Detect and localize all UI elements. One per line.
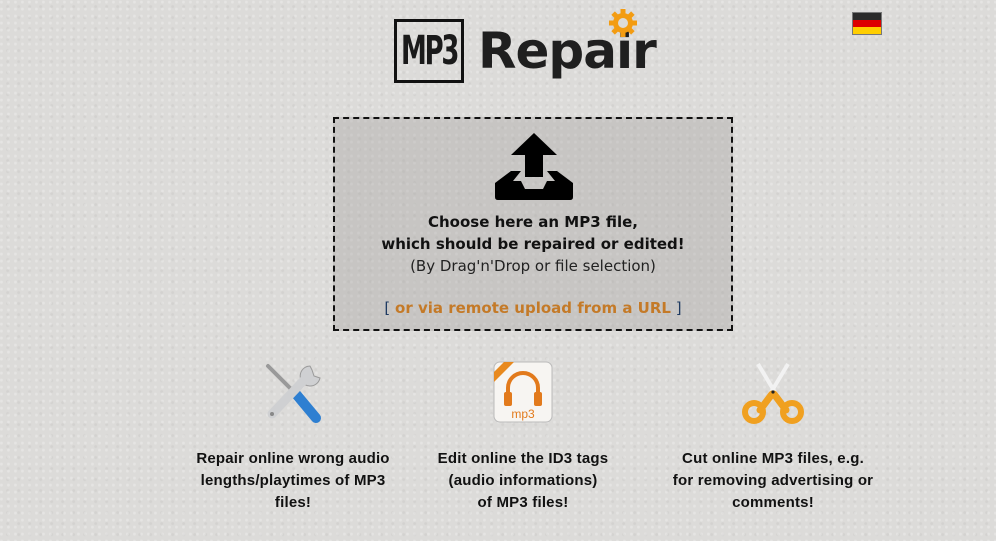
- dropzone-hint: (By Drag'n'Drop or file selection): [410, 257, 656, 275]
- site-logo[interactable]: MP3 Repair: [394, 8, 674, 88]
- dropzone-title-line2: which should be repaired or edited!: [381, 235, 685, 253]
- flag-stripe-red: [853, 19, 881, 27]
- feature-id3: mp3 Edit online the ID3 tags (audio info…: [403, 360, 643, 514]
- logo-mp3-box: MP3: [394, 19, 464, 83]
- scissors-icon: [742, 362, 804, 424]
- upload-icon: [495, 133, 573, 200]
- german-flag-icon[interactable]: [852, 12, 882, 35]
- gear-icon: [609, 9, 637, 37]
- file-dropzone[interactable]: Choose here an MP3 file, which should be…: [333, 117, 733, 331]
- tools-icon: [266, 364, 321, 423]
- flag-stripe-black: [853, 13, 881, 20]
- feature-repair: Repair online wrong audio lengths/playti…: [173, 360, 413, 514]
- bracket-close: ]: [675, 299, 682, 317]
- svg-text:mp3: mp3: [511, 407, 535, 421]
- logo-mp3-text: MP3: [400, 28, 459, 74]
- flag-stripe-gold: [853, 26, 881, 34]
- feature-cut: Cut online MP3 files, e.g. for removing …: [653, 360, 893, 514]
- feature-repair-label: Repair online wrong audio lengths/playti…: [196, 450, 390, 511]
- dropzone-title-line1: Choose here an MP3 file,: [428, 213, 638, 231]
- mp3-headphones-icon: mp3: [493, 361, 553, 423]
- bracket-open: [: [384, 299, 391, 317]
- feature-cut-label: Cut online MP3 files, e.g. for removing …: [672, 450, 874, 511]
- remote-upload-link[interactable]: or via remote upload from a URL: [395, 299, 671, 317]
- feature-id3-label: Edit online the ID3 tags (audio informat…: [437, 450, 609, 511]
